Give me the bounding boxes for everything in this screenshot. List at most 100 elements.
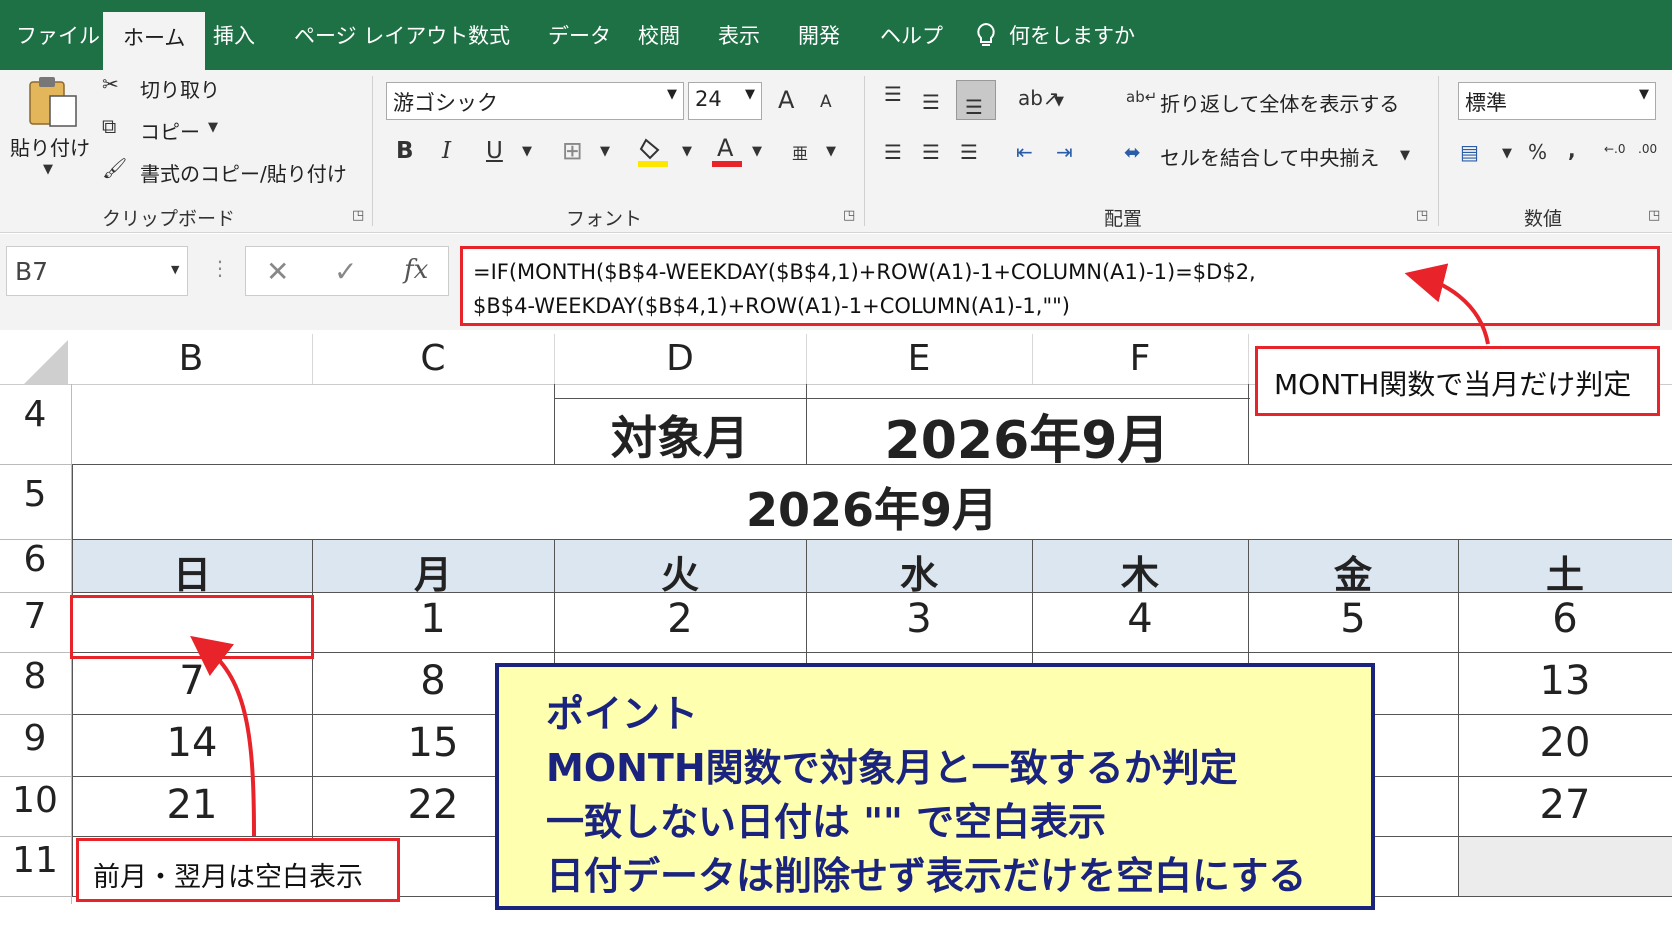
tab-view[interactable]: 表示: [718, 20, 760, 50]
row-header-11[interactable]: 11: [0, 840, 70, 881]
tab-review[interactable]: 校閲: [638, 20, 680, 50]
underline-button[interactable]: U: [486, 138, 503, 164]
weekday-thu[interactable]: 木: [1032, 544, 1248, 599]
comma-button[interactable]: ,: [1568, 138, 1576, 162]
target-month-label[interactable]: 対象月: [554, 402, 806, 468]
row-header-6[interactable]: 6: [0, 539, 70, 580]
grow-font-button[interactable]: A: [778, 86, 794, 114]
selected-cell-b7[interactable]: [70, 595, 314, 659]
column-header-d[interactable]: D: [554, 334, 806, 384]
column-header-f[interactable]: F: [1032, 334, 1248, 384]
paste-dropdown-icon[interactable]: ▼: [43, 162, 53, 177]
align-center-icon[interactable]: ☰: [922, 140, 940, 164]
chevron-down-icon[interactable]: ▼: [826, 144, 836, 159]
chevron-down-icon[interactable]: ▼: [522, 144, 532, 159]
tab-home[interactable]: ホーム: [103, 12, 206, 70]
clipboard-launcher-icon[interactable]: ◳: [352, 208, 364, 223]
decrease-decimal-icon[interactable]: .00: [1638, 142, 1657, 156]
date-cell[interactable]: 21: [72, 782, 312, 828]
number-format-select[interactable]: 標準 ▼: [1458, 82, 1656, 120]
date-cell[interactable]: 20: [1458, 720, 1672, 766]
weekday-sun[interactable]: 日: [72, 544, 312, 599]
row-header-7[interactable]: 7: [0, 596, 70, 637]
align-right-icon[interactable]: ☰: [960, 140, 978, 164]
calendar-title[interactable]: 2026年9月: [72, 474, 1672, 540]
date-cell[interactable]: 7: [72, 658, 312, 704]
date-cell[interactable]: 1: [312, 596, 554, 642]
date-cell[interactable]: 2: [554, 596, 806, 642]
date-cell[interactable]: 4: [1032, 596, 1248, 642]
format-painter-button[interactable]: 書式のコピー/貼り付け: [140, 158, 347, 187]
increase-indent-icon[interactable]: ⇥: [1056, 140, 1073, 164]
weekday-tue[interactable]: 火: [554, 544, 806, 599]
percent-button[interactable]: %: [1528, 140, 1547, 164]
shrink-font-button[interactable]: A: [820, 92, 832, 112]
empty-cell[interactable]: [1459, 837, 1672, 896]
date-cell[interactable]: 27: [1458, 782, 1672, 828]
chevron-down-icon[interactable]: ▼: [1502, 146, 1512, 161]
row-header-4[interactable]: 4: [0, 394, 70, 435]
column-header-c[interactable]: C: [312, 334, 554, 384]
chevron-down-icon[interactable]: ▼: [1054, 94, 1064, 109]
date-cell[interactable]: 13: [1458, 658, 1672, 704]
decrease-indent-icon[interactable]: ⇤: [1016, 140, 1033, 164]
tab-formulas[interactable]: 数式: [468, 20, 510, 50]
font-launcher-icon[interactable]: ◳: [843, 208, 855, 223]
tell-me-search[interactable]: 何をしますか: [975, 20, 1135, 50]
row-header-9[interactable]: 9: [0, 718, 70, 759]
chevron-down-icon[interactable]: ▼: [600, 144, 610, 159]
chevron-down-icon[interactable]: ▼: [1400, 148, 1410, 163]
copy-button[interactable]: コピー: [140, 116, 200, 145]
merge-center-button[interactable]: セルを結合して中央揃え: [1160, 142, 1379, 171]
enter-check-icon[interactable]: ✓: [334, 255, 357, 288]
phonetic-guide-icon[interactable]: 亜: [792, 140, 808, 164]
tab-developer[interactable]: 開発: [798, 20, 840, 50]
tab-page-layout[interactable]: ページ レイアウト: [294, 20, 468, 50]
chevron-down-icon[interactable]: ▼: [682, 144, 692, 159]
wrap-text-button[interactable]: 折り返して全体を表示する: [1160, 88, 1399, 117]
cancel-icon[interactable]: ✕: [266, 255, 289, 288]
insert-function-button[interactable]: fx: [404, 255, 428, 285]
tab-file[interactable]: ファイル: [16, 20, 100, 50]
date-cell[interactable]: 6: [1458, 596, 1672, 642]
tab-data[interactable]: データ: [548, 20, 611, 50]
column-header-e[interactable]: E: [806, 334, 1032, 384]
font-size-select[interactable]: 24 ▼: [688, 82, 762, 120]
bold-button[interactable]: B: [396, 138, 414, 164]
fill-color-button[interactable]: [638, 134, 670, 172]
tab-help[interactable]: ヘルプ: [880, 20, 943, 50]
italic-button[interactable]: I: [442, 138, 451, 164]
chevron-down-icon[interactable]: ▼: [752, 144, 762, 159]
font-name-select[interactable]: 游ゴシック ▼: [386, 82, 684, 120]
cut-button[interactable]: 切り取り: [140, 74, 220, 103]
align-left-icon[interactable]: ☰: [884, 140, 902, 164]
tab-insert[interactable]: 挿入: [213, 20, 255, 50]
align-middle-icon[interactable]: ☰: [922, 90, 940, 114]
borders-icon[interactable]: ⊞: [562, 136, 583, 165]
weekday-fri[interactable]: 金: [1248, 544, 1458, 599]
weekday-sat[interactable]: 土: [1458, 544, 1672, 599]
date-cell[interactable]: 14: [72, 720, 312, 766]
align-top-icon[interactable]: ☰: [884, 82, 902, 106]
weekday-mon[interactable]: 月: [312, 544, 554, 599]
weekday-wed[interactable]: 水: [806, 544, 1032, 599]
accounting-format-icon[interactable]: ▤: [1460, 140, 1479, 164]
copy-dropdown-icon[interactable]: ▼: [208, 120, 218, 135]
alignment-launcher-icon[interactable]: ◳: [1416, 208, 1428, 223]
row-header-10[interactable]: 10: [0, 780, 70, 821]
column-header-b[interactable]: B: [70, 334, 312, 384]
font-color-button[interactable]: A: [712, 132, 744, 172]
target-month-value[interactable]: 2026年9月: [806, 398, 1248, 473]
row-header-5[interactable]: 5: [0, 474, 70, 515]
formula-input[interactable]: =IF(MONTH($B$4-WEEKDAY($B$4,1)+ROW(A1)-1…: [460, 246, 1660, 326]
paste-button[interactable]: [26, 76, 80, 132]
row-header-8[interactable]: 8: [0, 656, 70, 697]
increase-decimal-icon[interactable]: ←.0: [1604, 142, 1626, 156]
align-bottom-button[interactable]: ☰: [956, 80, 996, 120]
date-cell[interactable]: 3: [806, 596, 1032, 642]
number-launcher-icon[interactable]: ◳: [1648, 208, 1660, 223]
select-all-corner[interactable]: [22, 340, 68, 384]
date-cell[interactable]: 5: [1248, 596, 1458, 642]
more-options-icon[interactable]: ⋮: [210, 256, 230, 280]
name-box[interactable]: B7 ▼: [6, 246, 188, 296]
